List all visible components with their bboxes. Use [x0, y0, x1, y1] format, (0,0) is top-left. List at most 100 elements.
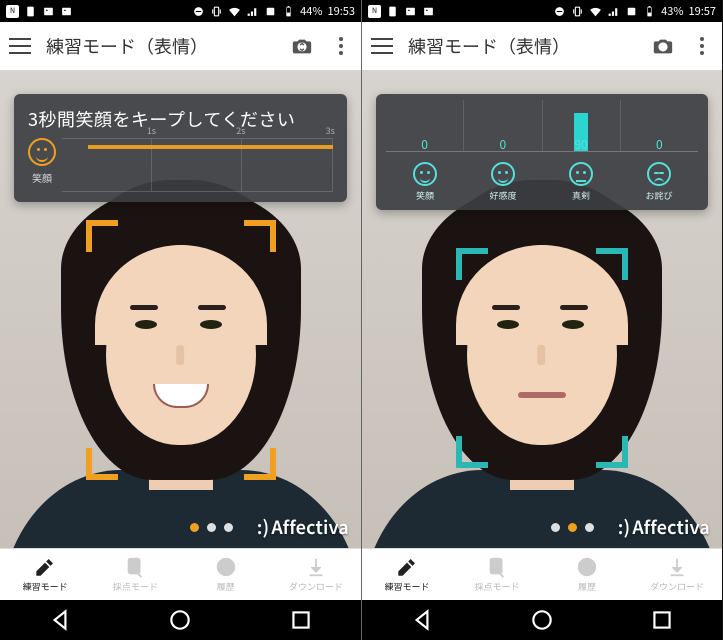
menu-button[interactable] [368, 32, 396, 60]
page-title: 練習モード（表情） [408, 33, 638, 59]
metric-value: 0 [421, 136, 428, 153]
camera-viewport: 0 0 90 0 笑顔 好感度 真剣 お詫び :)Affe [362, 70, 722, 548]
page-dot[interactable] [224, 523, 233, 532]
camera-switch-button[interactable] [285, 29, 319, 63]
tick-label: 2s [236, 124, 245, 137]
menu-button[interactable] [6, 32, 34, 60]
tab-history[interactable]: 履歴 [542, 549, 632, 600]
phone-left: N 44% 19:53 練習モード（表情） [0, 0, 361, 640]
metric-label: お詫び [645, 189, 672, 202]
metric-value: 0 [500, 136, 507, 153]
battery-percent: 44% [300, 3, 322, 19]
metric-value: 90 [574, 136, 587, 153]
image-icon [60, 5, 73, 18]
metric-value: 0 [656, 136, 663, 153]
android-nav-bar [0, 600, 361, 640]
hold-timeline [62, 138, 333, 192]
wifi-icon [589, 5, 602, 18]
page-title: 練習モード（表情） [46, 33, 277, 59]
tick-label: 1s [147, 124, 156, 137]
clock: 19:57 [689, 3, 716, 19]
signal-icon [246, 5, 259, 18]
nav-home-button[interactable] [529, 607, 555, 633]
phone-right: N 43% 19:57 練習モード（表情） [361, 0, 722, 640]
face-bracket [456, 248, 628, 468]
image-icon [42, 5, 55, 18]
battery-icon [282, 5, 295, 18]
nav-recent-button[interactable] [649, 607, 675, 633]
overflow-menu-button[interactable] [688, 37, 716, 55]
nav-back-button[interactable] [47, 607, 73, 633]
nav-back-button[interactable] [409, 607, 435, 633]
overflow-menu-button[interactable] [327, 37, 355, 55]
brand-label: :)Affectiva [618, 514, 710, 540]
tick-label: 3s [326, 124, 335, 137]
tab-scoring[interactable]: 採点モード [452, 549, 542, 600]
image-icon [404, 5, 417, 18]
tab-download[interactable]: ダウンロード [271, 549, 361, 600]
sd-icon [24, 5, 37, 18]
bottom-tab-bar: 練習モード 採点モード 履歴 ダウンロード [362, 548, 722, 600]
page-dots[interactable] [551, 523, 594, 532]
serious-face-icon [569, 162, 593, 186]
page-dot[interactable] [551, 523, 560, 532]
nfc-icon [625, 5, 638, 18]
metrics-overlay: 0 0 90 0 笑顔 好感度 真剣 お詫び [376, 94, 708, 210]
tab-label: 履歴 [217, 580, 235, 593]
face-bracket [86, 220, 276, 480]
sd-icon [386, 5, 399, 18]
tab-history[interactable]: 履歴 [181, 549, 271, 600]
metric-label: 笑顔 [416, 189, 434, 202]
page-dots[interactable] [190, 523, 233, 532]
metric-label: 真剣 [572, 189, 590, 202]
page-indicator-row: :)Affectiva [0, 514, 361, 540]
smile-face-icon [413, 162, 437, 186]
apology-face-icon [647, 162, 671, 186]
page-indicator-row: :)Affectiva [362, 514, 722, 540]
image-icon [422, 5, 435, 18]
tab-download[interactable]: ダウンロード [632, 549, 722, 600]
tab-label: ダウンロード [650, 580, 704, 593]
app-icon: N [368, 5, 381, 18]
page-dot[interactable] [190, 523, 199, 532]
vibrate-icon [210, 5, 223, 18]
tab-label: 採点モード [474, 580, 519, 593]
page-dot[interactable] [568, 523, 577, 532]
camera-switch-button[interactable] [646, 29, 680, 63]
instruction-text: 3秒間笑顔をキープしてください [28, 106, 333, 132]
smile-icon [28, 138, 56, 166]
battery-percent: 43% [661, 3, 683, 19]
tab-scoring[interactable]: 採点モード [90, 549, 180, 600]
smile-label: 笑顔 [32, 170, 52, 185]
metrics-bars: 0 0 90 0 [386, 100, 698, 152]
tab-practice[interactable]: 練習モード [0, 549, 90, 600]
android-nav-bar [362, 600, 722, 640]
signal-icon [607, 5, 620, 18]
bottom-tab-bar: 練習モード 採点モード 履歴 ダウンロード [0, 548, 361, 600]
tab-label: 練習モード [384, 580, 429, 593]
instruction-overlay: 3秒間笑顔をキープしてください 笑顔 1s 2s 3s [14, 94, 347, 202]
dnd-icon [553, 5, 566, 18]
tab-label: 履歴 [578, 580, 596, 593]
tab-label: 採点モード [113, 580, 158, 593]
battery-icon [643, 5, 656, 18]
dnd-icon [192, 5, 205, 18]
like-face-icon [491, 162, 515, 186]
app-bar: 練習モード（表情） [362, 22, 722, 70]
app-bar: 練習モード（表情） [0, 22, 361, 70]
page-dot[interactable] [207, 523, 216, 532]
app-icon: N [6, 5, 19, 18]
nav-recent-button[interactable] [288, 607, 314, 633]
tab-practice[interactable]: 練習モード [362, 549, 452, 600]
page-dot[interactable] [585, 523, 594, 532]
tab-label: ダウンロード [289, 580, 343, 593]
nav-home-button[interactable] [167, 607, 193, 633]
camera-viewport: 3秒間笑顔をキープしてください 笑顔 1s 2s 3s [0, 70, 361, 548]
tab-label: 練習モード [23, 580, 68, 593]
vibrate-icon [571, 5, 584, 18]
wifi-icon [228, 5, 241, 18]
status-bar: N 44% 19:53 [0, 0, 361, 22]
brand-label: :)Affectiva [257, 514, 349, 540]
clock: 19:53 [328, 3, 355, 19]
status-bar: N 43% 19:57 [362, 0, 722, 22]
